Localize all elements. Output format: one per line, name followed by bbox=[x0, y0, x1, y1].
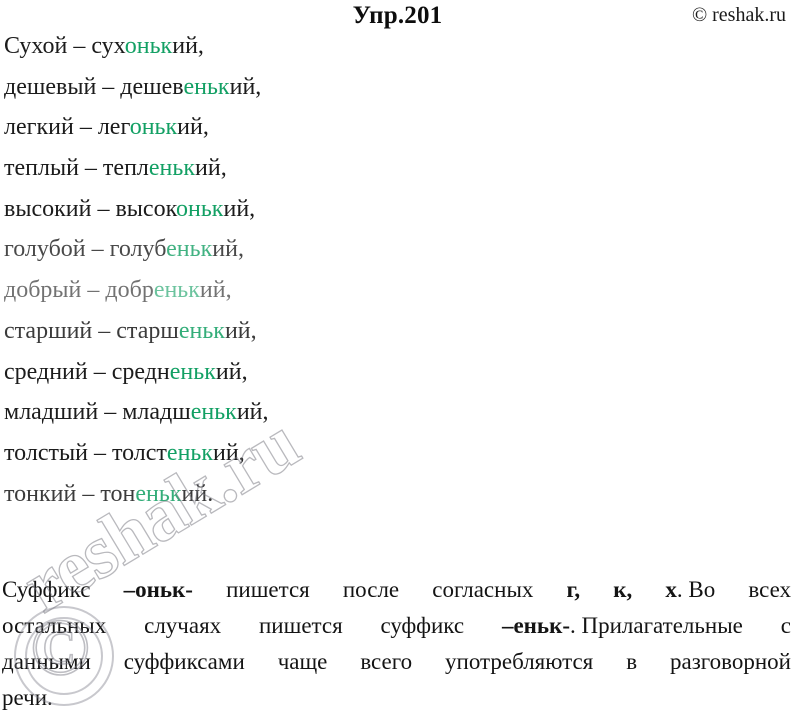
word-tail: ий, bbox=[224, 317, 257, 344]
word-tail: ий. bbox=[181, 480, 214, 507]
rule-word: Суффикс bbox=[2, 577, 91, 602]
rule-word: разговорной bbox=[669, 649, 791, 674]
word-base: старший – старш bbox=[4, 317, 179, 344]
rule-line-1: Суффикс –оньк- пишется после согласных г… bbox=[2, 572, 791, 608]
word-suffix: еньк bbox=[166, 236, 213, 263]
rule-word: согласных bbox=[432, 577, 534, 602]
word-base: теплый – тепл bbox=[4, 155, 149, 182]
rule-letter-g: г, bbox=[566, 577, 581, 602]
rule-word: пишется bbox=[259, 613, 343, 638]
rule-line-3: данными суффиксами чаще всего употребляю… bbox=[2, 644, 791, 680]
word-base: Сухой – сух bbox=[4, 33, 125, 59]
word-base: средний – средн bbox=[4, 358, 170, 385]
word-suffix: оньк bbox=[129, 114, 178, 141]
rule-word: случаях bbox=[144, 613, 222, 638]
word-pair-row: дешевый – дешевенький, bbox=[4, 67, 704, 108]
rule-word: чаще bbox=[277, 649, 328, 674]
word-tail: ий, bbox=[172, 33, 204, 59]
rule-word: пишется bbox=[226, 577, 310, 602]
word-suffix: оньк bbox=[176, 195, 224, 222]
word-pair-row: голубой – голубенький, bbox=[4, 229, 704, 270]
word-pair-row: высокий – высоконький, bbox=[4, 189, 704, 230]
rule-paragraph: Суффикс –оньк- пишется после согласных г… bbox=[2, 572, 791, 716]
rule-word: суффикс bbox=[380, 613, 465, 638]
rule-suffix-enk-group: –еньк-. Прилагательные bbox=[502, 608, 743, 644]
rule-letter-h: х bbox=[665, 577, 677, 602]
word-suffix: еньк bbox=[190, 399, 237, 426]
word-base: тонкий – тон bbox=[4, 480, 136, 507]
rule-word: употребляются bbox=[445, 649, 594, 674]
word-pair-row: Сухой – сухонький, bbox=[4, 26, 704, 67]
word-pair-row: толстый – толстенький, bbox=[4, 433, 704, 474]
word-tail: ий, bbox=[223, 195, 256, 222]
rule-word: суффиксами bbox=[123, 649, 245, 674]
word-base: легкий – лег bbox=[4, 114, 130, 141]
word-tail: ий, bbox=[229, 73, 262, 100]
word-tail: ий, bbox=[195, 155, 227, 182]
word-base: толстый – толст bbox=[4, 439, 167, 466]
word-pair-list: Сухой – сухонький, дешевый – дешевенький… bbox=[4, 26, 704, 514]
word-base: дешевый – дешев bbox=[4, 73, 184, 100]
word-base: младший – младш bbox=[4, 399, 191, 426]
word-tail: ий, bbox=[213, 439, 245, 466]
rule-word: с bbox=[780, 613, 791, 638]
word-suffix: оньк bbox=[124, 33, 173, 59]
word-tail: ий, bbox=[212, 236, 244, 263]
rule-line-4: речи. bbox=[2, 680, 791, 716]
rule-suffix-onk: –оньк- bbox=[123, 577, 193, 602]
word-tail: ий, bbox=[236, 399, 269, 426]
rule-word: после bbox=[342, 577, 400, 602]
rule-word: в bbox=[626, 649, 638, 674]
word-pair-row: добрый – добренький, bbox=[4, 270, 704, 311]
word-pair-row: легкий – легонький, bbox=[4, 107, 704, 148]
word-pair-row: теплый – тепленький, bbox=[4, 148, 704, 189]
word-suffix: еньк bbox=[178, 317, 225, 344]
word-pair-row: тонкий – тоненький. bbox=[4, 474, 704, 515]
copyright-notice: © reshak.ru bbox=[691, 4, 786, 26]
rule-suffix-enk: –еньк- bbox=[501, 613, 571, 638]
rule-word: . Во bbox=[676, 577, 716, 602]
word-suffix: еньк bbox=[153, 277, 200, 304]
word-tail: ий, bbox=[199, 277, 232, 304]
rule-word: остальных bbox=[2, 613, 107, 638]
worksheet-page: Упр.201 © reshak.ru Сухой – сухонький, д… bbox=[0, 0, 795, 714]
word-pair-row: средний – средненький, bbox=[4, 352, 704, 393]
rule-word: всех bbox=[748, 577, 791, 602]
word-base: голубой – голуб bbox=[4, 236, 167, 263]
rule-word: данными bbox=[2, 649, 91, 674]
word-pair-row: старший – старшенький, bbox=[4, 311, 704, 352]
word-suffix: еньк bbox=[148, 155, 195, 182]
rule-letter-k: к, bbox=[613, 577, 633, 602]
rule-word: всего bbox=[360, 649, 413, 674]
word-tail: ий, bbox=[177, 114, 209, 141]
word-tail: ий, bbox=[215, 358, 248, 385]
word-base: высокий – высок bbox=[4, 195, 177, 222]
rule-line-2: остальных случаях пишется суффикс –еньк-… bbox=[2, 608, 791, 644]
rule-word: . Прилагательные bbox=[570, 613, 743, 638]
word-suffix: еньк bbox=[183, 73, 230, 100]
rule-letter-h-group: х. Во bbox=[665, 572, 715, 608]
word-pair-row: младший – младшенький, bbox=[4, 392, 704, 433]
word-suffix: еньк bbox=[169, 358, 216, 385]
word-base: добрый – добр bbox=[4, 277, 154, 304]
rule-word: речи. bbox=[2, 685, 53, 710]
word-suffix: еньк bbox=[135, 480, 182, 507]
word-suffix: еньк bbox=[166, 439, 214, 466]
